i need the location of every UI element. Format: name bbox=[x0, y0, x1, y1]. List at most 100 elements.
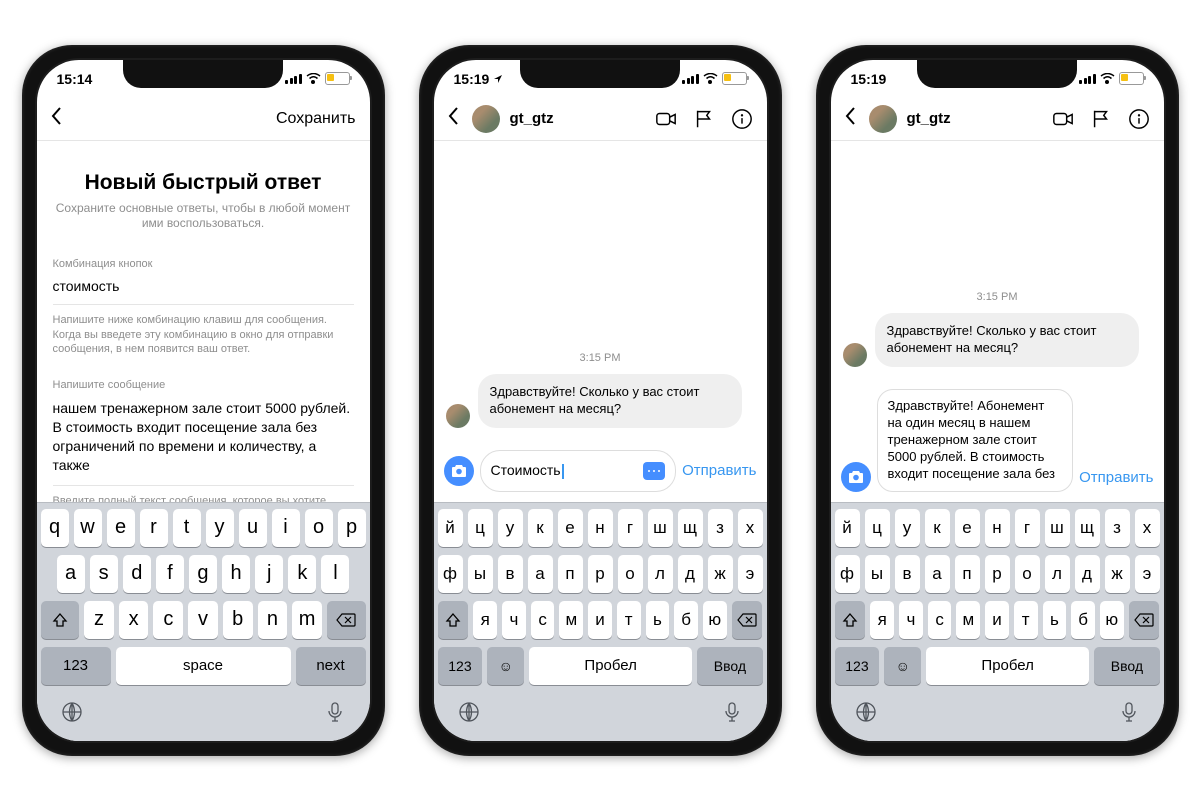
key-u[interactable]: u bbox=[239, 509, 267, 547]
send-button[interactable]: Отправить bbox=[1079, 469, 1153, 492]
key-а[interactable]: а bbox=[925, 555, 950, 593]
key-z[interactable]: z bbox=[84, 601, 114, 639]
key-c[interactable]: c bbox=[153, 601, 183, 639]
key-з[interactable]: з bbox=[1105, 509, 1130, 547]
key-б[interactable]: б bbox=[674, 601, 698, 639]
key-п[interactable]: п bbox=[558, 555, 583, 593]
key-i[interactable]: i bbox=[272, 509, 300, 547]
info-icon[interactable] bbox=[1128, 108, 1150, 130]
key-с[interactable]: с bbox=[531, 601, 555, 639]
key-к[interactable]: к bbox=[528, 509, 553, 547]
key-н[interactable]: н bbox=[588, 509, 613, 547]
globe-icon[interactable] bbox=[458, 701, 480, 723]
shift-key[interactable] bbox=[41, 601, 80, 639]
key-я[interactable]: я bbox=[473, 601, 497, 639]
key-е[interactable]: е bbox=[955, 509, 980, 547]
backspace-key[interactable] bbox=[732, 601, 763, 639]
space-key[interactable]: Пробел bbox=[529, 647, 692, 685]
key-o[interactable]: o bbox=[305, 509, 333, 547]
keyboard[interactable]: йцукенгшщзх фывапролджэ ячсмитьбю 123 ☺ … bbox=[831, 502, 1164, 741]
key-s[interactable]: s bbox=[90, 555, 118, 593]
avatar[interactable] bbox=[869, 105, 897, 133]
key-и[interactable]: и bbox=[985, 601, 1009, 639]
key-т[interactable]: т bbox=[617, 601, 641, 639]
key-r[interactable]: r bbox=[140, 509, 168, 547]
key-л[interactable]: л bbox=[1045, 555, 1070, 593]
globe-icon[interactable] bbox=[61, 701, 83, 723]
key-h[interactable]: h bbox=[222, 555, 250, 593]
space-key[interactable]: space bbox=[116, 647, 291, 685]
key-ш[interactable]: ш bbox=[1045, 509, 1070, 547]
key-ц[interactable]: ц bbox=[865, 509, 890, 547]
key-n[interactable]: n bbox=[258, 601, 288, 639]
key-l[interactable]: l bbox=[321, 555, 349, 593]
key-е[interactable]: е bbox=[558, 509, 583, 547]
key-д[interactable]: д bbox=[678, 555, 703, 593]
key-я[interactable]: я bbox=[870, 601, 894, 639]
key-у[interactable]: у bbox=[498, 509, 523, 547]
key-y[interactable]: y bbox=[206, 509, 234, 547]
numbers-key[interactable]: 123 bbox=[438, 647, 483, 685]
key-t[interactable]: t bbox=[173, 509, 201, 547]
key-ь[interactable]: ь bbox=[646, 601, 670, 639]
key-j[interactable]: j bbox=[255, 555, 283, 593]
key-ч[interactable]: ч bbox=[899, 601, 923, 639]
key-и[interactable]: и bbox=[588, 601, 612, 639]
flag-icon[interactable] bbox=[1090, 108, 1112, 130]
username[interactable]: gt_gtz bbox=[907, 110, 951, 127]
mic-icon[interactable] bbox=[324, 701, 346, 723]
camera-button[interactable] bbox=[444, 456, 474, 486]
key-e[interactable]: e bbox=[107, 509, 135, 547]
key-щ[interactable]: щ bbox=[1075, 509, 1100, 547]
numbers-key[interactable]: 123 bbox=[835, 647, 880, 685]
key-с[interactable]: с bbox=[928, 601, 952, 639]
enter-key[interactable]: Ввод bbox=[697, 647, 762, 685]
keyboard[interactable]: йцукенгшщзх фывапролджэ ячсмитьбю 123 ☺ … bbox=[434, 502, 767, 741]
avatar[interactable] bbox=[472, 105, 500, 133]
shortcut-input[interactable]: стоимость bbox=[53, 278, 354, 305]
key-ц[interactable]: ц bbox=[468, 509, 493, 547]
key-f[interactable]: f bbox=[156, 555, 184, 593]
key-б[interactable]: б bbox=[1071, 601, 1095, 639]
key-э[interactable]: э bbox=[1135, 555, 1160, 593]
enter-key[interactable]: Ввод bbox=[1094, 647, 1159, 685]
key-x[interactable]: x bbox=[119, 601, 149, 639]
key-ф[interactable]: ф bbox=[438, 555, 463, 593]
emoji-key[interactable]: ☺ bbox=[884, 647, 921, 685]
key-ь[interactable]: ь bbox=[1043, 601, 1067, 639]
key-й[interactable]: й bbox=[438, 509, 463, 547]
key-в[interactable]: в bbox=[498, 555, 523, 593]
key-к[interactable]: к bbox=[925, 509, 950, 547]
key-г[interactable]: г bbox=[618, 509, 643, 547]
video-call-icon[interactable] bbox=[1052, 108, 1074, 130]
key-w[interactable]: w bbox=[74, 509, 102, 547]
key-ж[interactable]: ж bbox=[708, 555, 733, 593]
key-ы[interactable]: ы bbox=[865, 555, 890, 593]
key-k[interactable]: k bbox=[288, 555, 316, 593]
backspace-key[interactable] bbox=[327, 601, 366, 639]
back-button[interactable] bbox=[845, 107, 869, 130]
key-g[interactable]: g bbox=[189, 555, 217, 593]
backspace-key[interactable] bbox=[1129, 601, 1160, 639]
space-key[interactable]: Пробел bbox=[926, 647, 1089, 685]
key-p[interactable]: p bbox=[338, 509, 366, 547]
shift-key[interactable] bbox=[835, 601, 866, 639]
username[interactable]: gt_gtz bbox=[510, 110, 554, 127]
key-a[interactable]: a bbox=[57, 555, 85, 593]
info-icon[interactable] bbox=[731, 108, 753, 130]
back-button[interactable] bbox=[448, 107, 472, 130]
numbers-key[interactable]: 123 bbox=[41, 647, 111, 685]
message-input[interactable]: нашем тренажерном зале стоит 5000 рублей… bbox=[53, 399, 354, 486]
key-р[interactable]: р bbox=[588, 555, 613, 593]
key-о[interactable]: о bbox=[618, 555, 643, 593]
key-м[interactable]: м bbox=[559, 601, 583, 639]
key-х[interactable]: х bbox=[738, 509, 763, 547]
key-ф[interactable]: ф bbox=[835, 555, 860, 593]
key-щ[interactable]: щ bbox=[678, 509, 703, 547]
key-г[interactable]: г bbox=[1015, 509, 1040, 547]
key-т[interactable]: т bbox=[1014, 601, 1038, 639]
flag-icon[interactable] bbox=[693, 108, 715, 130]
key-н[interactable]: н bbox=[985, 509, 1010, 547]
key-m[interactable]: m bbox=[292, 601, 322, 639]
keyboard[interactable]: qwertyuiop asdfghjkl zxcvbnm 123 space n… bbox=[37, 502, 370, 741]
